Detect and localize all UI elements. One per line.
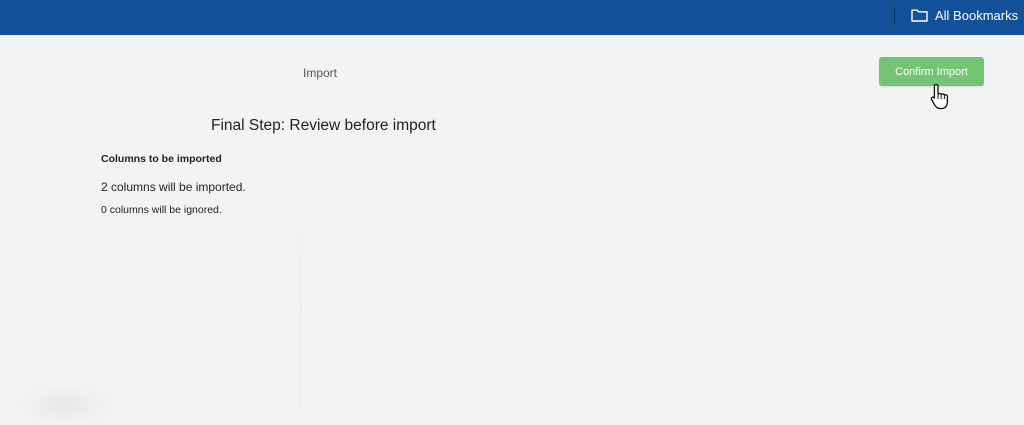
page-title: Final Step: Review before import — [211, 117, 436, 134]
ignored-columns-summary: 0 columns will be ignored. — [101, 204, 222, 216]
folder-icon — [911, 8, 928, 22]
all-bookmarks-button[interactable]: All Bookmarks — [911, 5, 1018, 25]
all-bookmarks-label: All Bookmarks — [935, 7, 1019, 23]
panel-divider — [300, 231, 301, 406]
import-review-panel: Import Confirm Import Final Step: Review… — [0, 35, 1024, 425]
imported-columns-summary: 2 columns will be imported. — [101, 180, 246, 194]
corner-shadow — [20, 385, 110, 425]
toolbar-divider — [894, 7, 895, 24]
columns-section-heading: Columns to be imported — [101, 153, 222, 165]
hand-pointer-cursor-icon — [930, 83, 954, 116]
top-navigation-bar: All Bookmarks — [0, 0, 1024, 35]
confirm-import-button[interactable]: Confirm Import — [879, 57, 984, 86]
breadcrumb-import[interactable]: Import — [303, 66, 337, 80]
